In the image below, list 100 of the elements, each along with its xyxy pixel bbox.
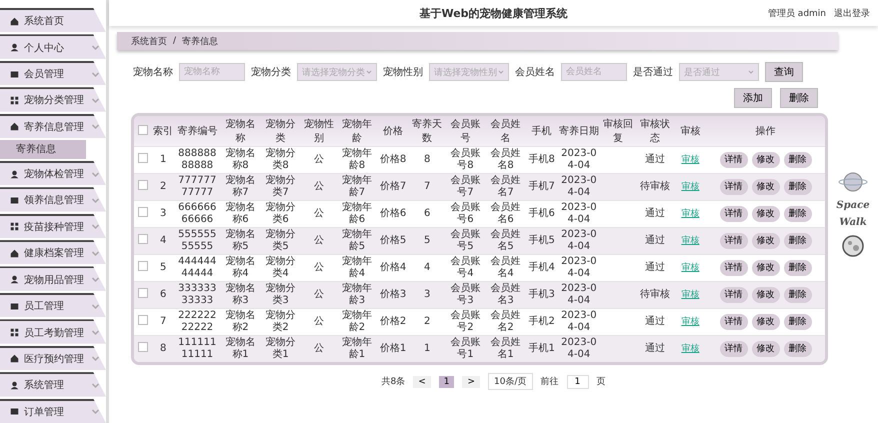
- breadcrumb-item[interactable]: 系统首页: [131, 34, 167, 48]
- square-icon: [10, 407, 19, 416]
- sidebar-item[interactable]: 医疗预约管理: [0, 346, 106, 370]
- table-cell: 6: [160, 289, 166, 300]
- table-cell: 宠物名称3: [225, 283, 256, 306]
- table-cell: 2023-04-04: [561, 175, 597, 198]
- table-cell: 宠物分类3: [266, 283, 296, 306]
- table-cell: 2023-04-04: [561, 283, 597, 306]
- sidebar-item[interactable]: 疫苗接种管理: [0, 214, 106, 238]
- input-field[interactable]: 会员姓名: [561, 63, 627, 81]
- row-action-button[interactable]: 详情: [720, 314, 748, 330]
- sidebar-item[interactable]: 宠物体检管理: [0, 160, 106, 186]
- chevron-icon: [91, 170, 100, 178]
- sidebar-item[interactable]: 领养信息管理: [0, 187, 106, 212]
- row-checkbox[interactable]: [138, 207, 148, 217]
- breadcrumb-item[interactable]: 寄养信息: [182, 34, 218, 48]
- sidebar-item[interactable]: 系统首页: [0, 8, 106, 32]
- row-action-button[interactable]: 删除: [784, 341, 812, 357]
- table-cell: 2023-04-04: [561, 229, 597, 252]
- row-action-button[interactable]: 删除: [784, 152, 812, 168]
- table-cell: 77777777777: [178, 175, 216, 198]
- row-action-button[interactable]: 修改: [752, 260, 780, 276]
- sidebar-subitem[interactable]: 寄养信息: [0, 140, 86, 159]
- prev-page-button[interactable]: <: [413, 376, 431, 388]
- search-button[interactable]: 查询: [765, 62, 803, 82]
- sidebar-item[interactable]: 系统管理: [0, 372, 106, 397]
- sidebar-item[interactable]: 宠物分类管理: [0, 87, 106, 112]
- chevron-icon: [91, 354, 100, 364]
- logout-link[interactable]: 退出登录: [834, 7, 870, 20]
- row-action-button[interactable]: 详情: [720, 152, 748, 168]
- page-size-select[interactable]: 10条/页: [488, 373, 533, 390]
- sidebar-item[interactable]: 个人中心: [0, 34, 106, 59]
- page-input[interactable]: 1: [566, 374, 589, 388]
- sidebar-item[interactable]: 宠物用品管理: [0, 266, 106, 291]
- user-icon: [10, 170, 19, 178]
- moon-icon: [841, 234, 865, 258]
- table-cell: 1: [160, 154, 166, 165]
- row-action-button[interactable]: 详情: [720, 206, 748, 222]
- row-action-button[interactable]: 修改: [752, 179, 780, 195]
- row-checkbox[interactable]: [138, 288, 148, 298]
- decoration-text: Space: [836, 200, 870, 211]
- row-action-button[interactable]: 修改: [752, 287, 780, 303]
- row-action-button[interactable]: 详情: [720, 341, 748, 357]
- sidebar-item[interactable]: 订单管理: [0, 398, 106, 423]
- sidebar-item[interactable]: 员工管理: [0, 292, 106, 318]
- row-action-button[interactable]: 删除: [784, 206, 812, 222]
- row-action-button[interactable]: 详情: [720, 287, 748, 303]
- table-cell: 11111111111: [178, 337, 216, 360]
- row-action-button[interactable]: 删除: [784, 287, 812, 303]
- toolbar-button[interactable]: 删除: [780, 88, 818, 108]
- row-checkbox[interactable]: [138, 180, 148, 190]
- chevron-icon: [91, 407, 100, 416]
- page-button[interactable]: 1: [438, 376, 454, 388]
- row-action-button[interactable]: 详情: [720, 260, 748, 276]
- chevron-icon: [748, 69, 754, 75]
- row-action-button[interactable]: 删除: [784, 314, 812, 330]
- sidebar-item[interactable]: 会员管理: [0, 60, 106, 86]
- row-action-button[interactable]: 修改: [752, 341, 780, 357]
- table-cell: 会员账号1: [450, 337, 480, 360]
- home-icon: [10, 122, 19, 132]
- column-header: 寄养日期: [558, 116, 600, 146]
- row-checkbox[interactable]: [138, 315, 148, 325]
- row-action-button[interactable]: 修改: [752, 233, 780, 249]
- table-cell: 宠物名称5: [225, 229, 256, 252]
- table-cell: 会员账号2: [450, 310, 480, 333]
- column-header: 宠物性别: [300, 116, 337, 146]
- row-action-button[interactable]: 修改: [752, 206, 780, 222]
- table-cell: 宠物分类4: [266, 256, 296, 279]
- table-cell: 3: [160, 208, 166, 219]
- row-action-button[interactable]: 修改: [752, 152, 780, 168]
- row-action-button[interactable]: 删除: [784, 233, 812, 249]
- table-cell: 22222222222: [178, 310, 216, 333]
- toolbar-button[interactable]: 添加: [734, 88, 772, 108]
- table-cell: 44444444444: [178, 256, 216, 279]
- table-cell: 待审核: [640, 181, 670, 192]
- table-cell: 宠物名称8: [225, 148, 256, 171]
- table-cell: 1: [424, 343, 430, 354]
- table-cell: 手机5: [528, 235, 555, 246]
- row-action-button[interactable]: 修改: [752, 314, 780, 330]
- table-cell: 宠物名称7: [225, 175, 256, 198]
- sidebar-item[interactable]: 寄养信息管理: [0, 114, 106, 138]
- table-cell: 4: [160, 235, 166, 246]
- input-field[interactable]: 宠物名称: [179, 63, 245, 81]
- row-action-button[interactable]: 删除: [784, 179, 812, 195]
- table-cell: 宠物年龄2: [342, 310, 372, 333]
- row-checkbox[interactable]: [138, 153, 148, 163]
- next-page-button[interactable]: >: [462, 376, 480, 388]
- row-checkbox[interactable]: [138, 261, 148, 271]
- row-action-button[interactable]: 详情: [720, 233, 748, 249]
- select-all-checkbox[interactable]: [138, 124, 148, 134]
- row-action-button[interactable]: 删除: [784, 260, 812, 276]
- sidebar-item[interactable]: 员工考勤管理: [0, 319, 106, 344]
- table-cell: 公: [314, 262, 324, 273]
- sidebar-item[interactable]: 健康档案管理: [0, 240, 106, 264]
- table-cell: 2023-04-04: [561, 337, 597, 360]
- row-checkbox[interactable]: [138, 342, 148, 352]
- row-action-button[interactable]: 详情: [720, 179, 748, 195]
- planet-icon: [838, 170, 868, 194]
- row-checkbox[interactable]: [138, 234, 148, 244]
- table-cell: 宠物分类7: [266, 175, 296, 198]
